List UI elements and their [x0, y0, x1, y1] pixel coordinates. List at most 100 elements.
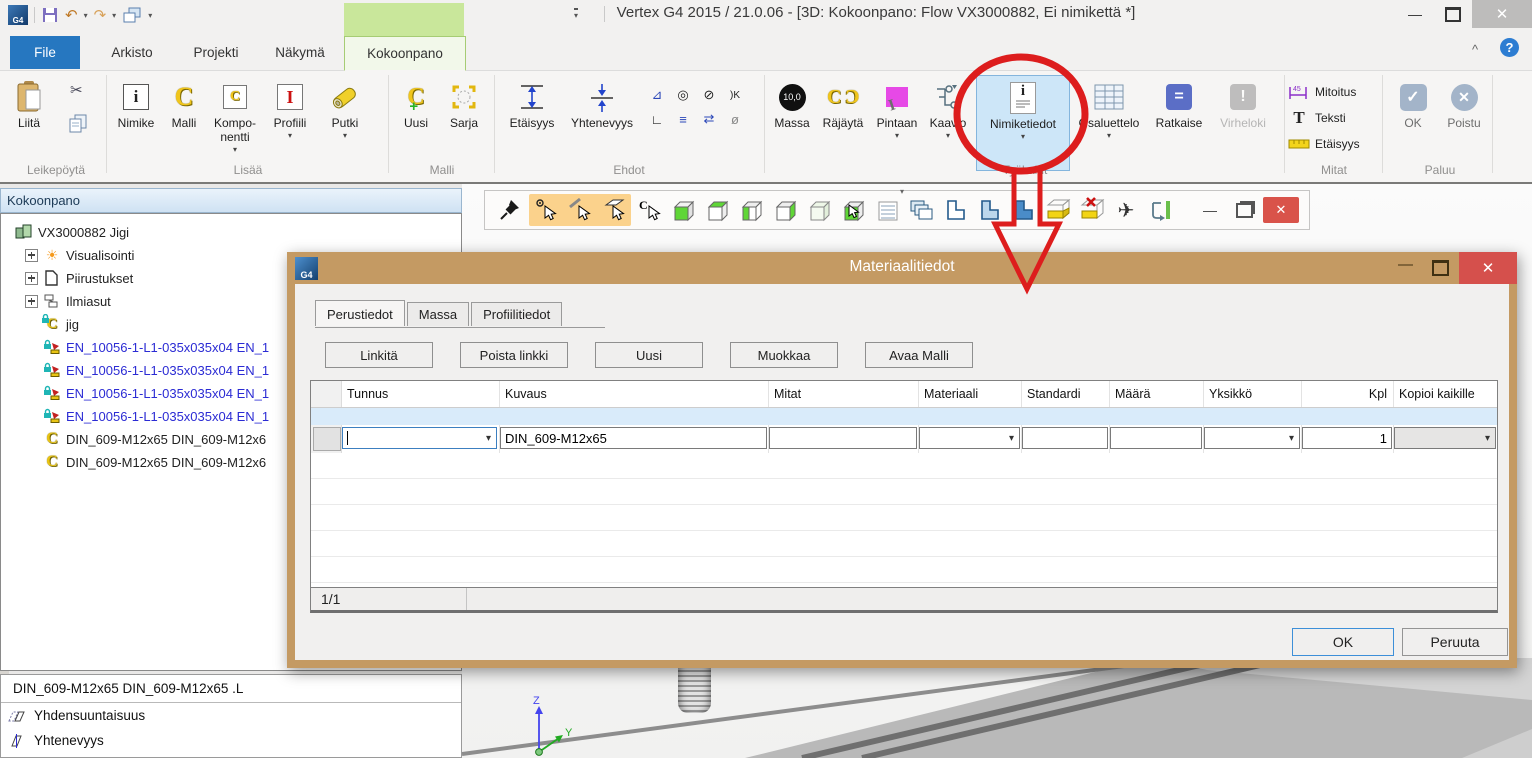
cube-left-green-icon[interactable] — [737, 195, 767, 225]
col-header-kopioi[interactable]: Kopioi kaikille — [1393, 381, 1497, 407]
constraint-item-coincident[interactable]: Yhtenevyys — [1, 728, 461, 753]
tree-item-visualisointi[interactable]: ☀ Visualisointi — [25, 244, 134, 266]
col-header-kuvaus[interactable]: Kuvaus — [499, 381, 768, 407]
dialog-cancel-button[interactable]: Peruuta — [1402, 628, 1508, 656]
col-header-kpl[interactable]: Kpl — [1301, 381, 1393, 407]
pin-icon[interactable] — [495, 195, 525, 225]
part-outline-icon[interactable] — [941, 195, 971, 225]
kuvaus-field[interactable] — [500, 427, 767, 449]
tree-item-root[interactable]: VX3000882 Jigi — [15, 221, 129, 243]
col-header-tunnus[interactable]: Tunnus — [341, 381, 499, 407]
dialog-tab-massa[interactable]: Massa — [407, 302, 469, 326]
tree-item-ilmiasut[interactable]: Ilmiasut — [25, 290, 111, 312]
angle-constraint-icon[interactable]: ⊿ — [644, 83, 670, 107]
ratkaise-button[interactable]: = Ratkaise — [1148, 77, 1210, 131]
col-header-standardi[interactable]: Standardi — [1021, 381, 1109, 407]
profiili-button[interactable]: I Profiili ▾ — [264, 77, 316, 140]
kaavio-button[interactable]: Kaavio ▾ — [924, 77, 972, 140]
mitat-field[interactable] — [769, 427, 917, 449]
window-close-button[interactable]: ✕ — [1472, 0, 1532, 28]
tree-item-screw[interactable]: C DIN_609-M12x65 DIN_609-M12x6 — [43, 428, 266, 450]
malli-button[interactable]: C Malli — [162, 77, 206, 131]
kpl-field[interactable] — [1302, 427, 1392, 449]
cascade-dropdown-icon[interactable]: ▾ — [148, 11, 152, 20]
workplane-box-icon[interactable] — [1043, 195, 1073, 225]
window-cascade-icon[interactable] — [122, 6, 142, 24]
kopioi-kaikille-combo[interactable]: ▾ — [1394, 427, 1496, 449]
tree-item-piirustukset[interactable]: Piirustukset — [25, 267, 133, 289]
cube-top-green-icon[interactable] — [703, 195, 733, 225]
yksikko-combo[interactable]: ▾ — [1204, 427, 1300, 449]
tree-item-profile[interactable]: EN_10056-1-L1-035x035x04 EN_1 — [43, 405, 269, 427]
redo-dropdown-icon[interactable]: ▾ — [112, 11, 116, 20]
col-header-yksikko[interactable]: Yksikkö — [1203, 381, 1301, 407]
cube-pick-icon[interactable] — [839, 195, 869, 225]
open-model-button[interactable]: Avaa Malli — [865, 342, 973, 368]
standardi-field[interactable] — [1022, 427, 1108, 449]
save-icon[interactable] — [41, 6, 59, 24]
row-selector-cell[interactable] — [313, 427, 341, 451]
nimiketiedot-button[interactable]: i Nimiketiedot ▾ — [976, 75, 1070, 171]
col-header-materiaali[interactable]: Materiaali — [918, 381, 1021, 407]
workplane-box-delete-icon[interactable] — [1077, 195, 1107, 225]
new-button[interactable]: Uusi — [595, 342, 703, 368]
undo-icon[interactable]: ↶ — [65, 8, 78, 23]
massa-button[interactable]: 10,0 Massa — [768, 77, 816, 131]
redo-icon[interactable]: ↷ — [94, 8, 107, 23]
part-solid-icon[interactable] — [1009, 195, 1039, 225]
osaluettelo-button[interactable]: Osaluettelo ▾ — [1070, 77, 1148, 140]
mitoitus-button[interactable]: 45 Mitoitus — [1288, 79, 1356, 104]
tangent-constraint-icon[interactable]: ⊘ — [696, 83, 722, 107]
edit-button[interactable]: Muokkaa — [730, 342, 838, 368]
dialog-minimize-button[interactable]: — — [1398, 256, 1413, 273]
undo-dropdown-icon[interactable]: ▾ — [84, 11, 88, 20]
tab-arkisto[interactable]: Arkisto — [96, 36, 168, 69]
yhtenevyys-condition-button[interactable]: Yhtenevyys — [564, 77, 640, 131]
tree-item-profile[interactable]: EN_10056-1-L1-035x035x04 EN_1 — [43, 359, 269, 381]
notes-doc-icon[interactable]: ▾ — [873, 195, 903, 225]
select-point-icon[interactable] — [531, 195, 561, 225]
dialog-tab-perustiedot[interactable]: Perustiedot — [315, 300, 405, 326]
ok-button[interactable]: ✓ OK — [1390, 77, 1436, 131]
constraint-item-parallel[interactable]: Yhdensuuntaisuus — [1, 703, 461, 728]
teksti-button[interactable]: T Teksti — [1288, 105, 1346, 130]
remove-link-button[interactable]: Poista linkki — [460, 342, 568, 368]
window-minimize-button[interactable]: — — [1398, 0, 1432, 28]
etaisyys-measure-button[interactable]: Etäisyys — [1288, 131, 1360, 156]
poistu-button[interactable]: ✕ Poistu — [1438, 77, 1490, 131]
materiaali-combo[interactable]: ▾ — [919, 427, 1020, 449]
tab-projekti[interactable]: Projekti — [180, 36, 252, 69]
rajayta-button[interactable]: C C Räjäytä — [816, 77, 870, 131]
putki-button[interactable]: Putki ▾ — [320, 77, 370, 140]
expand-icon[interactable] — [25, 272, 38, 285]
tab-nakyma[interactable]: Näkymä — [264, 36, 336, 69]
link-button[interactable]: Linkitä — [325, 342, 433, 368]
parallel-constraint-icon[interactable]: ≡ — [670, 107, 696, 131]
tunnus-combo[interactable]: ▾ — [342, 427, 497, 449]
maara-field[interactable] — [1110, 427, 1202, 449]
doc-restore-icon[interactable] — [1229, 195, 1259, 225]
selected-row-highlight[interactable] — [311, 408, 1497, 425]
dialog-maximize-button[interactable] — [1432, 260, 1449, 276]
opposed-constraint-icon[interactable]: ⇄ — [696, 107, 722, 131]
turn-view-icon[interactable] — [1145, 195, 1175, 225]
expand-icon[interactable] — [25, 295, 38, 308]
col-header-maara[interactable]: Määrä — [1109, 381, 1203, 407]
tab-file[interactable]: File — [10, 36, 80, 69]
expand-icon[interactable] — [25, 249, 38, 262]
cube-right-green-icon[interactable] — [771, 195, 801, 225]
paste-button[interactable]: Liitä — [14, 77, 44, 131]
help-icon[interactable]: ? — [1500, 38, 1519, 57]
sarja-button[interactable]: Sarja — [440, 77, 488, 131]
komponentti-button[interactable]: C Kompo- nentti ▾ — [206, 77, 264, 154]
cube-pale-icon[interactable] — [805, 195, 835, 225]
ribbon-collapse-icon[interactable]: ^ — [1472, 42, 1478, 57]
perpendicular-constraint-icon[interactable]: ∟ — [644, 107, 670, 131]
fly-mode-icon[interactable]: ✈ — [1111, 195, 1141, 225]
tab-kokoonpano[interactable]: Kokoonpano — [344, 36, 466, 71]
doc-minimize-icon[interactable]: — — [1195, 195, 1225, 225]
select-edge-icon[interactable] — [565, 195, 595, 225]
cut-button[interactable]: ✂ — [70, 81, 83, 99]
part-stack-icon[interactable] — [907, 195, 937, 225]
doc-close-button[interactable]: ✕ — [1263, 197, 1299, 223]
